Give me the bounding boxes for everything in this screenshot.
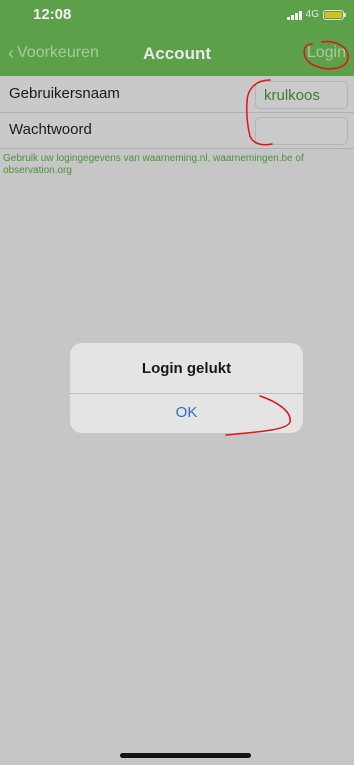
status-time: 12:08 [33,6,72,23]
password-field[interactable] [255,117,348,145]
password-label: Wachtwoord [9,121,92,138]
alert-ok-button[interactable]: OK [70,394,303,433]
username-field[interactable]: krulkoos [255,81,348,109]
page-title: Account [143,44,211,63]
login-hint: Gebruik uw logingegevens van waarneming.… [3,153,304,176]
status-indicators: 4G [286,9,346,20]
navigation-bar: ‹ Voorkeuren Account Login [0,32,354,76]
account-screen: 12:08 4G ‹ Voorkeuren Account Login Gebr… [0,0,354,765]
battery-icon [323,9,346,20]
username-row: Gebruikersnaam krulkoos [0,77,354,113]
alert-title: Login gelukt [141,360,232,377]
home-indicator[interactable] [120,753,251,758]
login-success-alert: Login gelukt OK [70,343,303,433]
password-row: Wachtwoord [0,113,354,149]
status-bar: 12:08 4G [0,0,354,32]
network-type: 4G [305,9,319,20]
login-button[interactable]: Login [307,44,346,62]
signal-icon [286,10,302,20]
username-label: Gebruikersnaam [9,85,120,102]
